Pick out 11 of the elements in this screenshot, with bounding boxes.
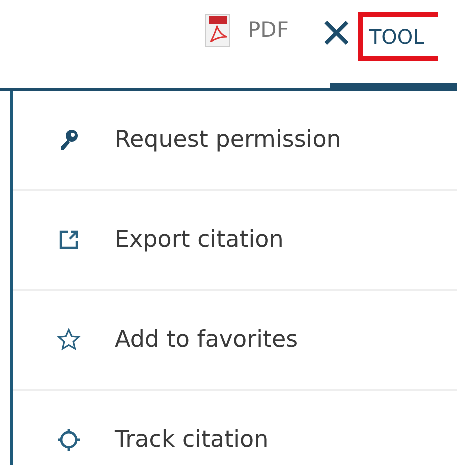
- menu-item[interactable]: Add to favorites: [13, 291, 457, 391]
- crosshair-icon: [57, 428, 81, 452]
- pdf-label[interactable]: PDF: [248, 18, 289, 42]
- pdf-file-icon[interactable]: [205, 14, 231, 48]
- close-button[interactable]: ×: [316, 12, 356, 54]
- menu-item[interactable]: Track citation: [13, 391, 457, 465]
- menu-item[interactable]: Request permission: [13, 91, 457, 191]
- star-icon: [57, 328, 81, 352]
- tools-button[interactable]: TOOL: [358, 12, 438, 61]
- menu-item[interactable]: Export citation: [13, 191, 457, 291]
- external-link-icon: [57, 228, 81, 252]
